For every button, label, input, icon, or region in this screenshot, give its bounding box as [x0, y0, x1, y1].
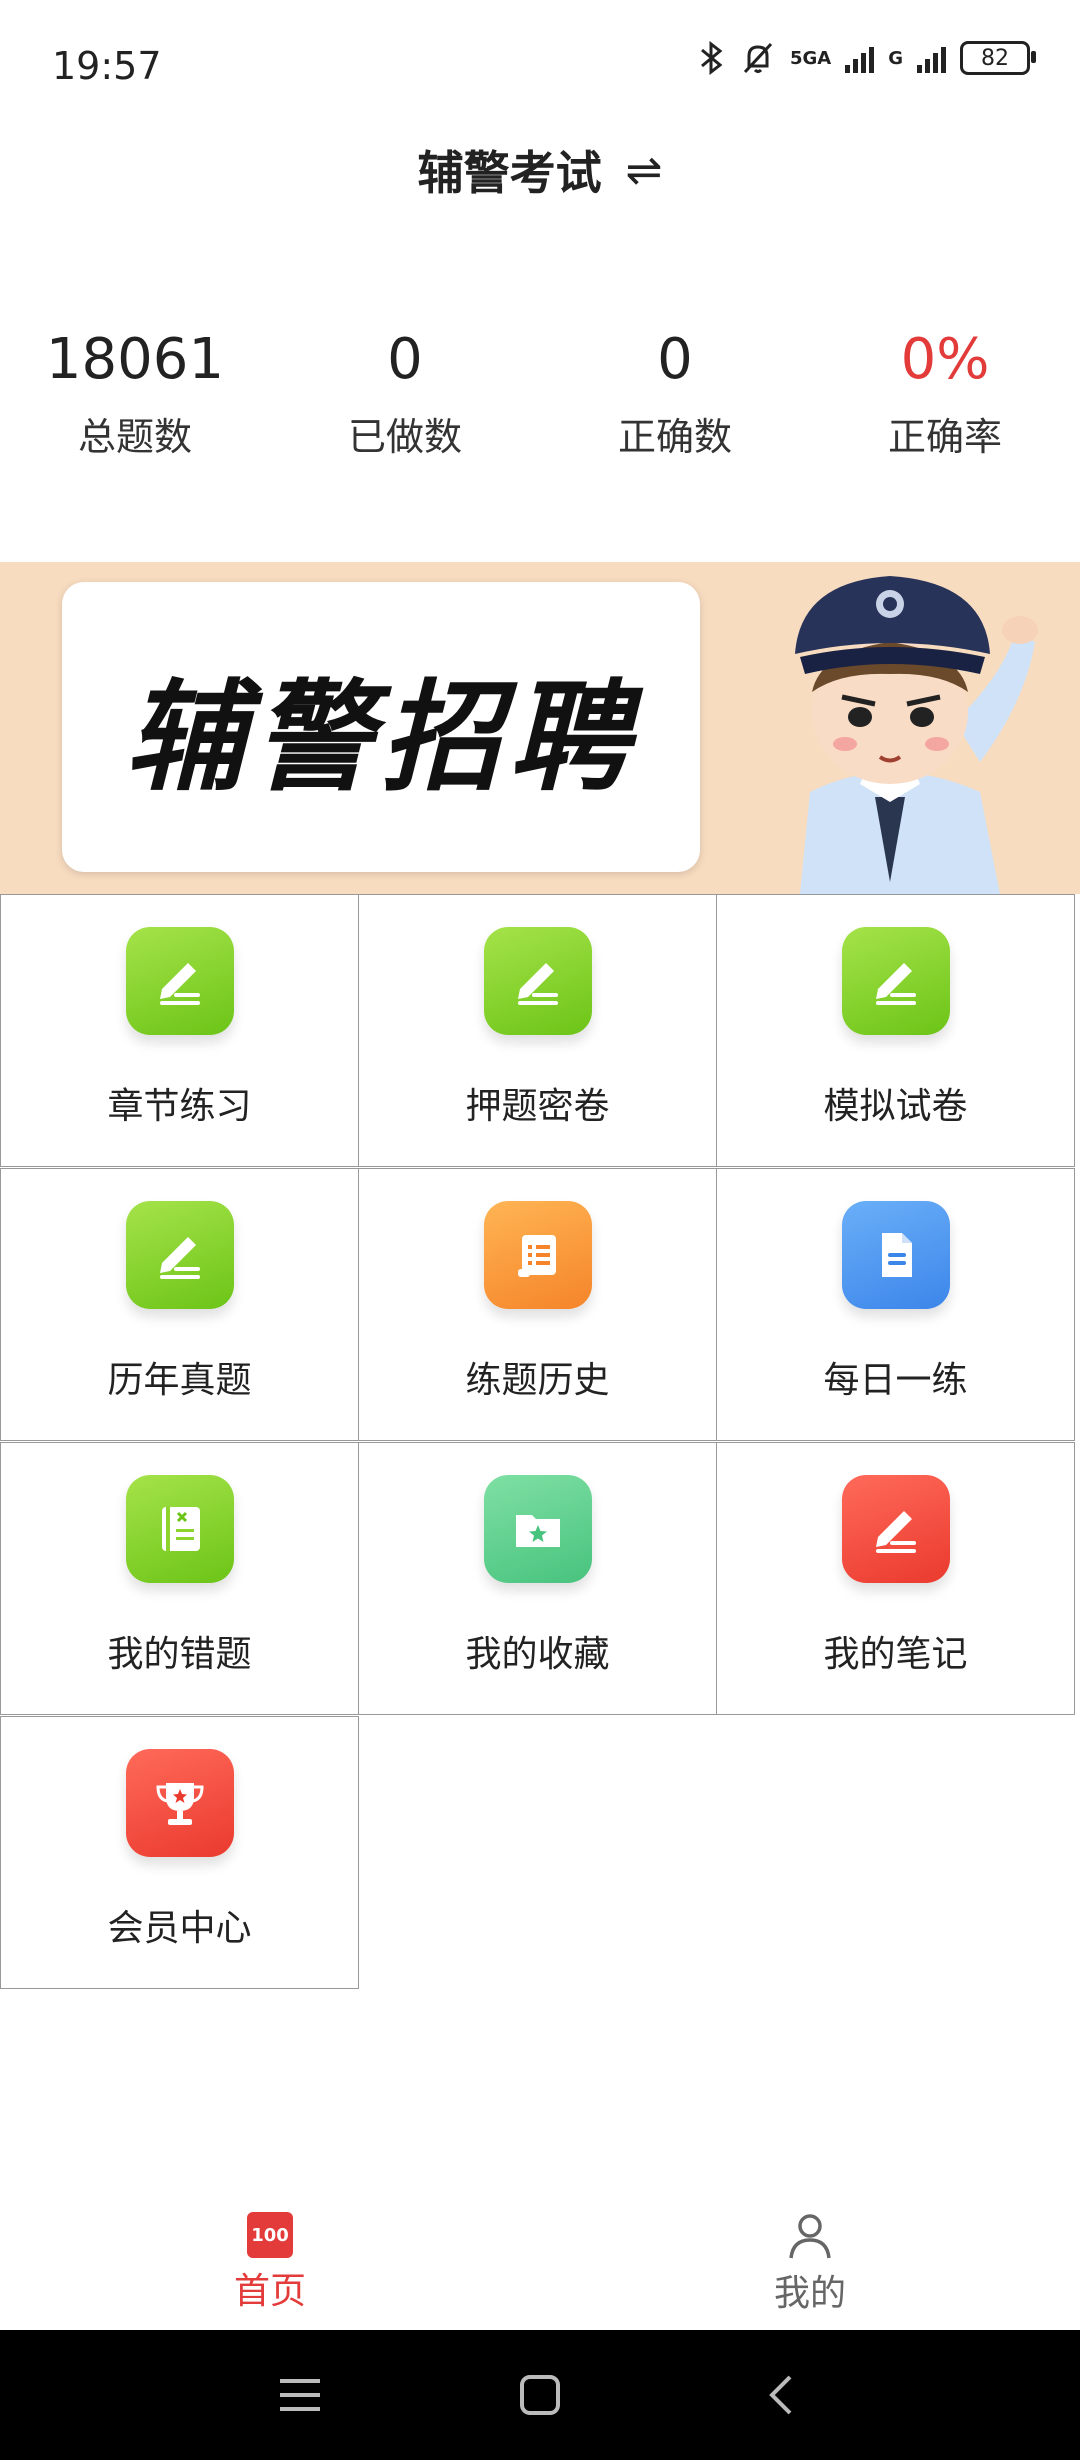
menu-label: 练题历史 — [465, 1360, 610, 1401]
stat-label: 正确率 — [887, 415, 1002, 459]
menu-recents-button[interactable] — [270, 2365, 330, 2425]
menu-label: 我的错题 — [107, 1634, 252, 1675]
stat-label: 已做数 — [347, 415, 462, 459]
stat-total: 18061 总题数 — [0, 320, 270, 461]
switch-exam-icon[interactable]: ⇌ — [626, 145, 663, 196]
network-type-g: G — [888, 47, 903, 69]
menu-my-notes[interactable]: 我的笔记 — [716, 1442, 1075, 1715]
stat-correct: 0 正确数 — [540, 320, 810, 461]
stat-label: 总题数 — [77, 415, 192, 459]
stat-label: 正确数 — [617, 415, 732, 459]
signal-strength-icon — [845, 43, 875, 73]
status-bar: 19:57 5GA G 82 — [0, 0, 1080, 130]
menu-label: 我的笔记 — [823, 1634, 968, 1675]
banner-text: 辅警招聘 — [125, 667, 637, 808]
back-button[interactable] — [750, 2365, 810, 2425]
nav-mine-label: 我的 — [773, 2273, 846, 2314]
grid-row: 会员中心 — [0, 1716, 1080, 1990]
app-header: 辅警考试 ⇌ — [0, 130, 1080, 210]
menu-label: 模拟试卷 — [823, 1086, 968, 1127]
home-button[interactable] — [510, 2365, 570, 2425]
banner-card: 辅警招聘 — [62, 582, 700, 872]
stat-value: 0 — [387, 327, 423, 392]
menu-past-exams[interactable]: 历年真题 — [0, 1168, 359, 1441]
menu-label: 每日一练 — [823, 1360, 968, 1401]
menu-label: 会员中心 — [107, 1908, 252, 1949]
menu-practice-history[interactable]: 练题历史 — [358, 1168, 717, 1441]
nav-home[interactable]: 100 首页 — [0, 2196, 540, 2330]
pencil-icon — [841, 927, 950, 1035]
home-icon: 100 — [247, 2212, 293, 2258]
stats-summary: 18061 总题数 0 已做数 0 正确数 0% 正确率 — [0, 320, 1080, 461]
grid-row: 历年真题 练题历史 每日一练 — [0, 1168, 1080, 1442]
stat-accuracy: 0% 正确率 — [810, 320, 1080, 461]
document-icon — [841, 1201, 950, 1309]
pencil-icon — [483, 927, 592, 1035]
signal-strength-icon-2 — [917, 43, 946, 73]
stat-done: 0 已做数 — [270, 320, 540, 461]
trophy-icon — [125, 1749, 234, 1857]
page-title: 辅警考试 — [417, 146, 602, 200]
menu-chapter-practice[interactable]: 章节练习 — [0, 894, 359, 1167]
stat-value: 0 — [657, 327, 693, 392]
menu-my-mistakes[interactable]: 我的错题 — [0, 1442, 359, 1715]
promo-banner[interactable]: 辅警招聘 — [0, 562, 1080, 894]
stat-value: 18061 — [45, 327, 225, 392]
pencil-icon — [841, 1475, 950, 1583]
nav-mine[interactable]: 我的 — [540, 2196, 1080, 2330]
battery-icon: 82 — [960, 41, 1036, 75]
bluetooth-icon — [701, 41, 723, 75]
feature-grid: 章节练习 押题密卷 模拟试卷 历年真题 练题历史 每日一练 我的错题 我的收藏 … — [0, 894, 1080, 1990]
menu-predicted-papers[interactable]: 押题密卷 — [358, 894, 717, 1167]
star-folder-icon — [483, 1475, 592, 1583]
grid-row: 章节练习 押题密卷 模拟试卷 — [0, 894, 1080, 1168]
police-officer-illustration — [795, 576, 1038, 894]
menu-label: 押题密卷 — [465, 1086, 610, 1127]
network-type-5ga: 5GA — [789, 47, 832, 69]
person-icon — [789, 2214, 831, 2259]
bottom-navigation: 100 首页 我的 — [0, 2196, 1080, 2330]
bell-muted-icon — [743, 42, 773, 74]
menu-label: 历年真题 — [107, 1360, 252, 1401]
hamburger-icon — [280, 2379, 320, 2411]
nav-home-label: 首页 — [233, 2271, 306, 2312]
status-time: 19:57 — [52, 44, 162, 88]
back-chevron-icon — [769, 2375, 792, 2415]
menu-label: 章节练习 — [107, 1086, 252, 1127]
grid-row: 我的错题 我的收藏 我的笔记 — [0, 1442, 1080, 1716]
notebook-icon — [125, 1475, 234, 1583]
menu-daily-practice[interactable]: 每日一练 — [716, 1168, 1075, 1441]
menu-label: 我的收藏 — [465, 1634, 610, 1675]
status-icons: 5GA G 82 — [698, 40, 1036, 76]
system-navigation-bar — [0, 2330, 1080, 2460]
stat-value: 0% — [900, 327, 990, 392]
scroll-icon — [483, 1201, 592, 1309]
menu-mock-exam[interactable]: 模拟试卷 — [716, 894, 1075, 1167]
menu-member-center[interactable]: 会员中心 — [0, 1716, 359, 1989]
menu-my-favorites[interactable]: 我的收藏 — [358, 1442, 717, 1715]
pencil-icon — [125, 1201, 234, 1309]
pencil-icon — [125, 927, 234, 1035]
square-icon — [520, 2375, 560, 2415]
